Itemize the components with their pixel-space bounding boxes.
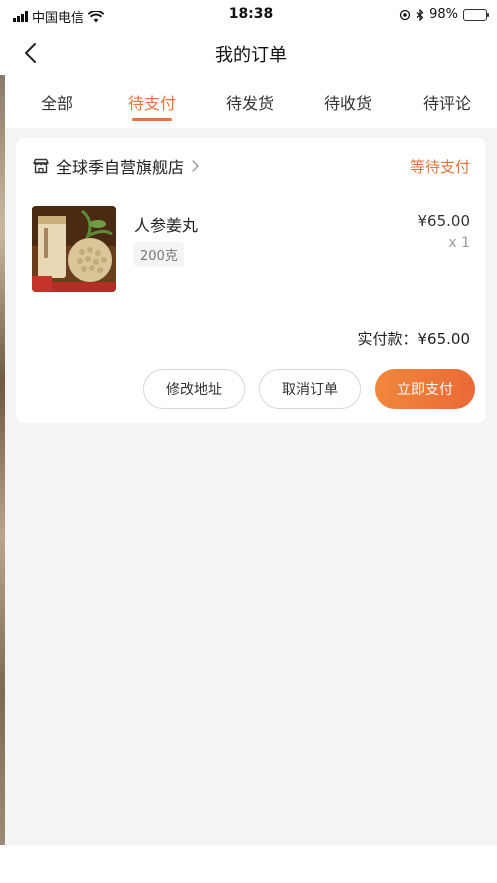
- modify-address-button[interactable]: 修改地址: [143, 369, 245, 409]
- status-bar: 中国电信 18:38 98%: [5, 0, 497, 30]
- product-spec: 200克: [134, 242, 184, 267]
- product-name: 人参姜丸: [134, 216, 199, 235]
- battery-icon: [463, 8, 489, 21]
- tab-pending-payment[interactable]: 待支付: [122, 90, 182, 114]
- product-image[interactable]: [32, 206, 116, 292]
- product-photo-graphic: [32, 206, 116, 292]
- tab-all[interactable]: 全部: [35, 90, 79, 114]
- cancel-order-button[interactable]: 取消订单: [259, 369, 361, 409]
- order-tabs: 全部 待支付 待发货 待收货 待评论: [5, 76, 497, 128]
- order-status: 等待支付: [409, 158, 470, 176]
- chevron-right-icon: [192, 160, 200, 172]
- tab-pending-review[interactable]: 待评论: [417, 90, 477, 114]
- tab-pending-receipt[interactable]: 待收货: [318, 90, 378, 114]
- page-title: 我的订单: [215, 45, 287, 66]
- active-tab-indicator: [132, 118, 172, 121]
- store-link[interactable]: 全球季自营旗舰店: [32, 154, 200, 178]
- battery-percent: 98%: [429, 7, 458, 22]
- tab-pending-shipment[interactable]: 待发货: [220, 90, 280, 114]
- bluetooth-icon: [416, 8, 424, 21]
- product-quantity: x 1: [448, 235, 470, 251]
- pay-now-button[interactable]: 立即支付: [375, 369, 475, 409]
- product-price: ¥65.00: [417, 212, 471, 230]
- order-card: 全球季自营旗舰店 等待支付 人参姜丸 200克 ¥65.00 x 1 实付款：¥…: [16, 138, 486, 423]
- location-icon: [399, 9, 411, 20]
- phone-screen: 中国电信 18:38 98% 我的订单 全部 待支付 待发货 待收货 待评论 全…: [5, 0, 497, 845]
- paid-amount: 实付款：¥65.00: [357, 330, 471, 348]
- status-right: 98%: [399, 7, 489, 22]
- store-icon: [33, 158, 49, 174]
- nav-bar: 我的订单: [5, 30, 497, 76]
- store-name: 全球季自营旗舰店: [56, 158, 185, 177]
